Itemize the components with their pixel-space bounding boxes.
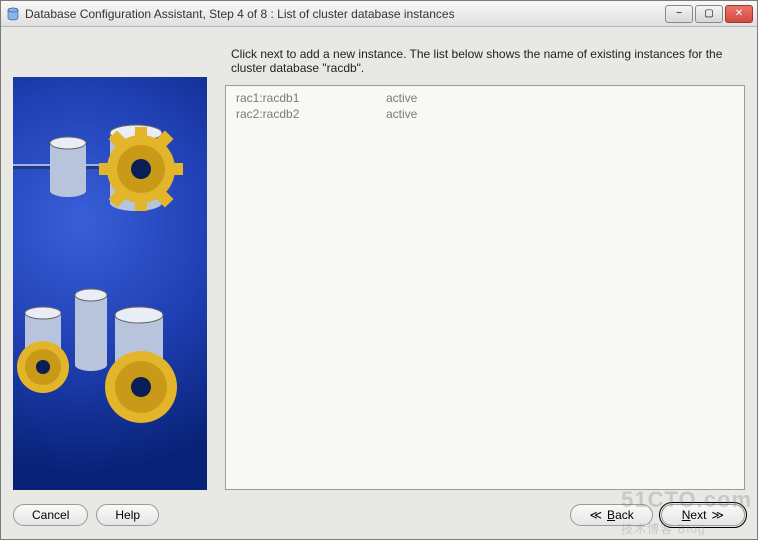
db-cylinder-icon (5, 6, 21, 22)
watermark-main: 51CTO.com (621, 487, 752, 512)
instance-status: active (386, 107, 734, 121)
close-button[interactable]: ✕ (725, 5, 753, 23)
help-label: Help (115, 508, 140, 522)
list-item[interactable]: rac1:racdb1 active (226, 90, 744, 106)
cancel-label: Cancel (32, 508, 69, 522)
minimize-button[interactable]: − (665, 5, 693, 23)
window-frame: Database Configuration Assistant, Step 4… (0, 0, 758, 540)
close-icon: ✕ (735, 8, 743, 19)
instance-status: active (386, 91, 734, 105)
chevron-left-icon: ≪ (589, 508, 602, 522)
watermark-sub: 技术博客 Blog (621, 522, 705, 536)
wizard-banner (13, 77, 207, 490)
maximize-icon: ▢ (704, 8, 713, 19)
maximize-button[interactable]: ▢ (695, 5, 723, 23)
minimize-icon: − (676, 8, 682, 19)
window-title: Database Configuration Assistant, Step 4… (25, 7, 661, 21)
instruction-text: Click next to add a new instance. The li… (225, 45, 745, 85)
main-row: Click next to add a new instance. The li… (1, 27, 757, 496)
titlebar: Database Configuration Assistant, Step 4… (1, 1, 757, 27)
content-column: Click next to add a new instance. The li… (225, 45, 745, 490)
titlebar-buttons: − ▢ ✕ (665, 5, 753, 23)
client-area: Click next to add a new instance. The li… (1, 27, 757, 540)
help-button[interactable]: Help (96, 504, 159, 526)
cancel-button[interactable]: Cancel (13, 504, 88, 526)
instance-name: rac2:racdb2 (236, 107, 386, 121)
instance-name: rac1:racdb1 (236, 91, 386, 105)
instance-list[interactable]: rac1:racdb1 active rac2:racdb2 active (225, 85, 745, 490)
watermark: 51CTO.com 技术博客 Blog (621, 487, 752, 539)
list-item[interactable]: rac2:racdb2 active (226, 106, 744, 122)
